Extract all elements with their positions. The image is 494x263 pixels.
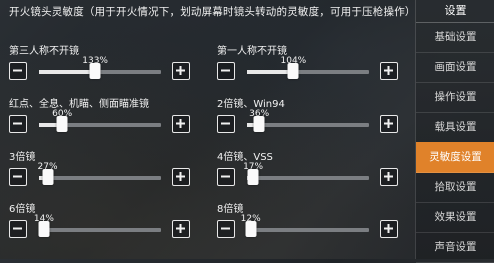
decrease-button[interactable]	[217, 115, 235, 133]
slider-label: 4倍镜、VSS	[217, 152, 273, 163]
slider-label: 红点、全息、机瞄、侧面瞄准镜	[9, 99, 149, 110]
increase-button[interactable]	[172, 168, 190, 186]
slider-handle[interactable]	[38, 221, 50, 237]
sidebar-item-5[interactable]: 灵敏度设置	[416, 142, 494, 173]
increase-button[interactable]	[380, 168, 398, 186]
sidebar-item-1[interactable]: 基础设置	[416, 22, 494, 53]
minus-icon	[13, 69, 22, 72]
sensitivity-panel: 开火镜头灵敏度（用于开火情况下，划动屏幕时镜头转动的灵敏度，可用于压枪操作） 第…	[0, 0, 415, 259]
slider-track[interactable]	[247, 116, 369, 132]
slider-label: 6倍镜	[9, 204, 36, 215]
slider-handle[interactable]	[56, 116, 68, 132]
slider-fill	[39, 70, 96, 74]
sensitivity-slider-row: 红点、全息、机瞄、侧面瞄准镜 60%	[9, 95, 209, 135]
slider-handle[interactable]	[245, 221, 257, 237]
slider-track[interactable]	[247, 63, 369, 79]
slider-label: 2倍镜、Win94	[217, 99, 285, 110]
slider-track[interactable]	[39, 169, 161, 185]
sensitivity-slider-row: 8倍镜 12%	[217, 200, 417, 240]
slider-label: 第三人称不开镜	[9, 46, 79, 57]
slider-track[interactable]	[39, 116, 161, 132]
slider-fill	[247, 70, 294, 74]
increase-button[interactable]	[380, 62, 398, 80]
sensitivity-slider-row: 2倍镜、Win94 36%	[217, 95, 417, 135]
sidebar-item-7[interactable]: 效果设置	[416, 202, 494, 233]
minus-icon	[13, 227, 22, 230]
sidebar-item-4[interactable]: 载具设置	[416, 112, 494, 143]
slider-label: 3倍镜	[9, 152, 36, 163]
sensitivity-slider-row: 第三人称不开镜 133%	[9, 42, 209, 82]
plus-icon	[384, 224, 393, 233]
sidebar-item-2[interactable]: 画面设置	[416, 52, 494, 83]
minus-icon	[221, 122, 230, 125]
decrease-button[interactable]	[217, 220, 235, 238]
slider-track[interactable]	[38, 221, 161, 237]
increase-button[interactable]	[172, 62, 190, 80]
plus-icon	[176, 172, 185, 181]
section-header: 开火镜头灵敏度（用于开火情况下，划动屏幕时镜头转动的灵敏度，可用于压枪操作）	[9, 6, 416, 18]
decrease-button[interactable]	[217, 168, 235, 186]
slider-track[interactable]	[39, 63, 161, 79]
minus-icon	[221, 69, 230, 72]
sensitivity-slider-row: 3倍镜 27%	[9, 148, 209, 188]
sidebar-title: 设置	[416, 0, 494, 23]
increase-button[interactable]	[172, 115, 190, 133]
plus-icon	[176, 119, 185, 128]
slider-label: 8倍镜	[217, 204, 244, 215]
sidebar-item-3[interactable]: 操作设置	[416, 82, 494, 113]
plus-icon	[384, 119, 393, 128]
slider-handle[interactable]	[42, 169, 54, 185]
decrease-button[interactable]	[9, 168, 27, 186]
decrease-button[interactable]	[9, 115, 27, 133]
sensitivity-slider-row: 第一人称不开镜 104%	[217, 42, 417, 82]
decrease-button[interactable]	[9, 62, 27, 80]
increase-button[interactable]	[380, 115, 398, 133]
sensitivity-slider-row: 4倍镜、VSS 17%	[217, 148, 417, 188]
slider-handle[interactable]	[253, 116, 265, 132]
minus-icon	[13, 122, 22, 125]
minus-icon	[221, 227, 230, 230]
plus-icon	[384, 172, 393, 181]
increase-button[interactable]	[380, 220, 398, 238]
minus-icon	[221, 175, 230, 178]
slider-handle[interactable]	[89, 63, 101, 79]
slider-track[interactable]	[245, 221, 369, 237]
slider-handle[interactable]	[247, 169, 259, 185]
minus-icon	[13, 175, 22, 178]
slider-track[interactable]	[247, 169, 369, 185]
plus-icon	[384, 66, 393, 75]
slider-handle[interactable]	[287, 63, 299, 79]
sensitivity-slider-row: 6倍镜 14%	[9, 200, 209, 240]
plus-icon	[176, 66, 185, 75]
settings-sidebar: 设置 基础设置 画面设置 操作设置 载具设置 灵敏度设置 拾取设置 效果设置 声音设置	[415, 0, 494, 263]
decrease-button[interactable]	[9, 220, 27, 238]
sidebar-item-6[interactable]: 拾取设置	[416, 172, 494, 203]
increase-button[interactable]	[172, 220, 190, 238]
slider-label: 第一人称不开镜	[217, 46, 287, 57]
plus-icon	[176, 224, 185, 233]
sidebar-item-8[interactable]: 声音设置	[416, 232, 494, 263]
decrease-button[interactable]	[217, 62, 235, 80]
